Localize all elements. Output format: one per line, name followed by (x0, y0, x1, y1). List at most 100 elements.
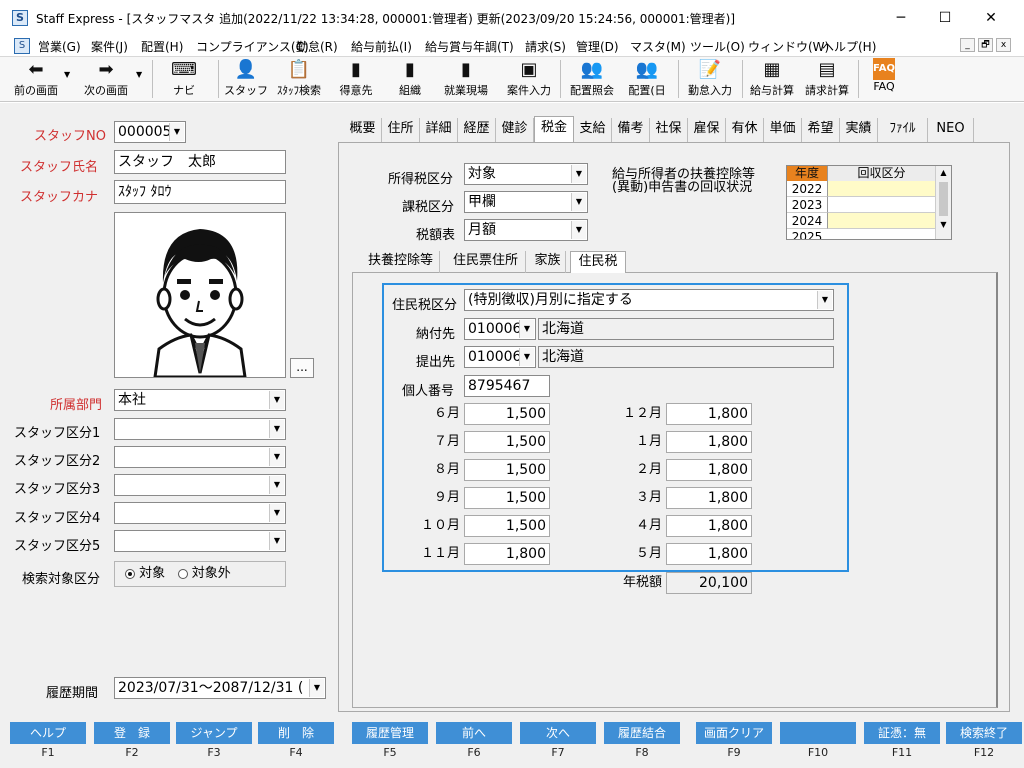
month-amount-field[interactable]: 1,500 (464, 431, 550, 453)
staff-button[interactable]: 👤 スタッフ (224, 58, 268, 100)
menu-compliance[interactable]: コンプライアンス(C) (196, 38, 309, 55)
tab-results[interactable]: 実績 (840, 118, 878, 142)
staff-no-combo[interactable]: 000005 ▼ (114, 121, 186, 143)
staff-category-3-combo[interactable]: ▼ (114, 474, 286, 496)
subtab-registered-address[interactable]: 住民票住所 (446, 251, 526, 273)
tab-overview[interactable]: 概要 (344, 118, 382, 142)
f6-previous-button[interactable]: 前へ (436, 722, 512, 744)
menu-cases[interactable]: 案件(J) (91, 38, 128, 55)
menu-advance-pay[interactable]: 給与前払(I) (351, 38, 412, 55)
tab-notes[interactable]: 備考 (612, 118, 650, 142)
tab-details[interactable]: 詳細 (420, 118, 458, 142)
f8-history-merge-button[interactable]: 履歴結合 (604, 722, 680, 744)
staff-category-5-combo[interactable]: ▼ (114, 530, 286, 552)
client-button[interactable]: ▮ 得意先 (334, 58, 378, 100)
menu-master[interactable]: マスタ(M) (630, 38, 686, 55)
staff-name-field[interactable]: スタッフ 太郎 (114, 150, 286, 174)
tab-career[interactable]: 経歴 (458, 118, 496, 142)
grid-status-cell[interactable] (827, 181, 935, 197)
grid-scrollbar[interactable]: ▲ ▼ (935, 166, 951, 239)
back-dropdown-icon[interactable]: ▼ (64, 70, 70, 79)
scroll-up-icon[interactable]: ▲ (936, 166, 951, 180)
attendance-input-button[interactable]: 📝 勤怠入力 (684, 58, 736, 100)
department-combo[interactable]: 本社 ▼ (114, 389, 286, 411)
dropdown-arrow-icon[interactable]: ▼ (269, 504, 284, 522)
dropdown-arrow-icon[interactable]: ▼ (571, 193, 586, 211)
minimize-button[interactable]: ─ (878, 4, 924, 32)
tab-files[interactable]: ﾌｧｲﾙ (878, 118, 928, 142)
f11-voucher-button[interactable]: 証憑：無 (864, 722, 940, 744)
month-amount-field[interactable]: 1,800 (666, 403, 752, 425)
dropdown-arrow-icon[interactable]: ▼ (817, 291, 832, 309)
month-amount-field[interactable]: 1,500 (464, 515, 550, 537)
radio-non-target[interactable] (177, 568, 188, 579)
tab-payment[interactable]: 支給 (574, 118, 612, 142)
grid-status-cell[interactable] (827, 197, 935, 213)
menu-placement[interactable]: 配置(H) (141, 38, 183, 55)
personal-number-field[interactable]: 8795467 (464, 375, 550, 397)
tab-tax[interactable]: 税金 (534, 116, 574, 142)
menu-help[interactable]: ヘルプ(H) (822, 38, 876, 55)
menu-payroll[interactable]: 給与賞与年調(T) (425, 38, 514, 55)
tax-class-combo[interactable]: 甲欄 ▼ (464, 191, 588, 213)
dropdown-arrow-icon[interactable]: ▼ (571, 221, 586, 239)
tab-employment-insurance[interactable]: 雇保 (688, 118, 726, 142)
dropdown-arrow-icon[interactable]: ▼ (571, 165, 586, 183)
dropdown-arrow-icon[interactable]: ▼ (269, 448, 284, 466)
staff-category-1-combo[interactable]: ▼ (114, 418, 286, 440)
dropdown-arrow-icon[interactable]: ▼ (269, 532, 284, 550)
submit-to-code-combo[interactable]: 010006 ▼ (464, 346, 536, 368)
dropdown-arrow-icon[interactable]: ▼ (519, 320, 534, 338)
next-dropdown-icon[interactable]: ▼ (136, 70, 142, 79)
tab-address[interactable]: 住所 (382, 118, 420, 142)
work-site-button[interactable]: ▮ 就業現場 (436, 58, 496, 100)
month-amount-field[interactable]: 1,500 (464, 403, 550, 425)
placement-day-button[interactable]: 👥 配置(日 (622, 58, 672, 100)
tab-social-insurance[interactable]: 社保 (650, 118, 688, 142)
month-amount-field[interactable]: 1,500 (464, 487, 550, 509)
f5-history-button[interactable]: 履歴管理 (352, 722, 428, 744)
radio-target[interactable] (125, 568, 135, 579)
grid-status-cell[interactable] (827, 213, 935, 229)
menu-admin[interactable]: 管理(D) (576, 38, 619, 55)
menu-sales[interactable]: 営業(G) (38, 38, 81, 55)
mdi-restore-button[interactable]: 🗗 (978, 38, 993, 52)
tab-preferences[interactable]: 希望 (802, 118, 840, 142)
month-amount-field[interactable]: 1,800 (666, 459, 752, 481)
tab-paid-leave[interactable]: 有休 (726, 118, 764, 142)
month-amount-field[interactable]: 1,800 (666, 543, 752, 565)
tab-health-check[interactable]: 健診 (496, 118, 534, 142)
subtab-dependents[interactable]: 扶養控除等 (362, 251, 440, 273)
case-input-button[interactable]: ▣ 案件入力 (502, 58, 556, 100)
menu-billing[interactable]: 請求(S) (525, 38, 566, 55)
history-period-combo[interactable]: 2023/07/31〜2087/12/31 (▼ (114, 677, 326, 699)
subtab-family[interactable]: 家族 (530, 251, 566, 273)
tab-unit-price[interactable]: 単価 (764, 118, 802, 142)
f12-end-search-button[interactable]: 検索終了 (946, 722, 1022, 744)
pay-to-code-combo[interactable]: 010006 ▼ (464, 318, 536, 340)
scroll-thumb[interactable] (939, 182, 948, 216)
tax-table-combo[interactable]: 月額 ▼ (464, 219, 588, 241)
f7-next-button[interactable]: 次へ (520, 722, 596, 744)
staff-kana-field[interactable]: ｽﾀｯﾌ ﾀﾛｳ (114, 180, 286, 204)
f3-jump-button[interactable]: ジャンプ (176, 722, 252, 744)
mdi-close-button[interactable]: x (996, 38, 1011, 52)
f1-help-button[interactable]: ヘルプ (10, 722, 86, 744)
mdi-icon[interactable]: S (14, 38, 30, 54)
menu-tools[interactable]: ツール(O) (690, 38, 745, 55)
organization-button[interactable]: ▮ 組織 (388, 58, 432, 100)
menu-window[interactable]: ウィンドウ(W) (748, 38, 829, 55)
staff-search-button[interactable]: 📋 ｽﾀｯﾌ検索 (270, 58, 328, 100)
scroll-down-icon[interactable]: ▼ (936, 218, 951, 232)
close-button[interactable]: ✕ (968, 4, 1014, 32)
dropdown-arrow-icon[interactable]: ▼ (269, 391, 284, 409)
f4-delete-button[interactable]: 削 除 (258, 722, 334, 744)
month-amount-field[interactable]: 1,800 (464, 543, 550, 565)
month-amount-field[interactable]: 1,800 (666, 515, 752, 537)
placement-reference-button[interactable]: 👥 配置照会 (566, 58, 618, 100)
menu-attendance[interactable]: 勤怠(R) (296, 38, 338, 55)
f2-register-button[interactable]: 登 録 (94, 722, 170, 744)
payroll-calc-button[interactable]: ▦ 給与計算 (746, 58, 798, 100)
subtab-resident-tax[interactable]: 住民税 (570, 251, 626, 273)
month-amount-field[interactable]: 1,800 (666, 431, 752, 453)
